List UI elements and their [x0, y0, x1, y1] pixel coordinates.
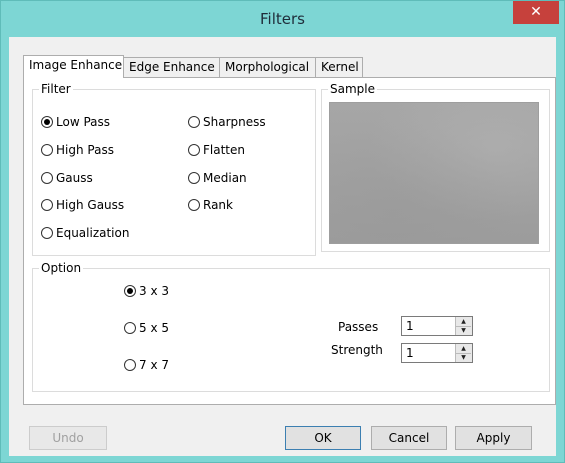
radio-indicator: [41, 199, 53, 211]
radio-high-pass[interactable]: High Pass: [41, 143, 114, 157]
radio-label: 5 x 5: [139, 321, 169, 335]
radio-label: High Pass: [56, 143, 114, 157]
passes-spin-buttons: ▲ ▼: [455, 317, 472, 335]
ok-button[interactable]: OK: [285, 426, 361, 450]
radio-kernel-5x5[interactable]: 5 x 5: [124, 321, 169, 335]
radio-label: 7 x 7: [139, 358, 169, 372]
radio-indicator: [188, 116, 200, 128]
tab-edge-enhance[interactable]: Edge Enhance: [123, 57, 220, 77]
sample-preview-image: [329, 102, 539, 244]
sample-group-label: Sample: [328, 82, 377, 96]
radio-label: 3 x 3: [139, 284, 169, 298]
strength-spin-buttons: ▲ ▼: [455, 344, 472, 362]
dialog-client-area: Image Enhance Edge Enhance Morphological…: [9, 37, 556, 456]
radio-label: Rank: [203, 198, 233, 212]
tab-kernel[interactable]: Kernel: [315, 57, 363, 77]
radio-kernel-7x7[interactable]: 7 x 7: [124, 358, 169, 372]
radio-indicator: [41, 227, 53, 239]
radio-label: Median: [203, 171, 247, 185]
filter-group-label: Filter: [39, 82, 73, 96]
close-icon: ✕: [530, 4, 542, 20]
apply-button[interactable]: Apply: [455, 426, 532, 450]
radio-label: Gauss: [56, 171, 93, 185]
radio-checked-indicator: [41, 116, 53, 128]
radio-indicator: [188, 199, 200, 211]
radio-label: Equalization: [56, 226, 130, 240]
strength-label: Strength: [331, 343, 383, 357]
option-group: Option 3 x 3 5 x 5 7 x 7 Passes 1 ▲ ▼ St…: [32, 261, 550, 392]
image-enhance-panel: Filter Low Pass High Pass Gauss High Gau…: [23, 77, 556, 405]
radio-indicator: [41, 172, 53, 184]
close-button[interactable]: ✕: [513, 1, 559, 24]
tab-image-enhance[interactable]: Image Enhance: [23, 55, 124, 78]
radio-rank[interactable]: Rank: [188, 198, 233, 212]
cancel-button[interactable]: Cancel: [371, 426, 447, 450]
radio-kernel-3x3[interactable]: 3 x 3: [124, 284, 169, 298]
passes-value: 1: [406, 319, 414, 333]
radio-low-pass[interactable]: Low Pass: [41, 115, 110, 129]
undo-button[interactable]: Undo: [29, 426, 107, 450]
radio-label: Flatten: [203, 143, 245, 157]
radio-indicator: [188, 172, 200, 184]
passes-label: Passes: [338, 320, 379, 334]
spin-down-icon[interactable]: ▼: [456, 326, 471, 335]
passes-spinbox[interactable]: 1 ▲ ▼: [401, 316, 473, 336]
radio-indicator: [41, 144, 53, 156]
radio-equalization[interactable]: Equalization: [41, 226, 129, 240]
radio-high-gauss[interactable]: High Gauss: [41, 198, 124, 212]
radio-indicator: [124, 359, 136, 371]
radio-flatten[interactable]: Flatten: [188, 143, 245, 157]
filter-group: Filter Low Pass High Pass Gauss High Gau…: [32, 82, 316, 256]
radio-label: High Gauss: [56, 198, 125, 212]
filters-dialog: Filters ✕ Image Enhance Edge Enhance Mor…: [0, 0, 565, 463]
spin-down-icon[interactable]: ▼: [456, 353, 471, 362]
sample-group: Sample: [321, 82, 550, 252]
radio-median[interactable]: Median: [188, 171, 247, 185]
strength-spinbox[interactable]: 1 ▲ ▼: [401, 343, 473, 363]
option-group-label: Option: [39, 261, 84, 275]
radio-sharpness[interactable]: Sharpness: [188, 115, 266, 129]
title-bar[interactable]: Filters ✕: [1, 1, 564, 37]
radio-indicator: [124, 322, 136, 334]
radio-label: Low Pass: [56, 115, 110, 129]
tab-morphological[interactable]: Morphological: [219, 57, 316, 77]
strength-value: 1: [406, 346, 414, 360]
radio-label: Sharpness: [203, 115, 266, 129]
radio-checked-indicator: [124, 285, 136, 297]
radio-gauss[interactable]: Gauss: [41, 171, 93, 185]
radio-indicator: [188, 144, 200, 156]
window-title: Filters: [260, 10, 305, 28]
